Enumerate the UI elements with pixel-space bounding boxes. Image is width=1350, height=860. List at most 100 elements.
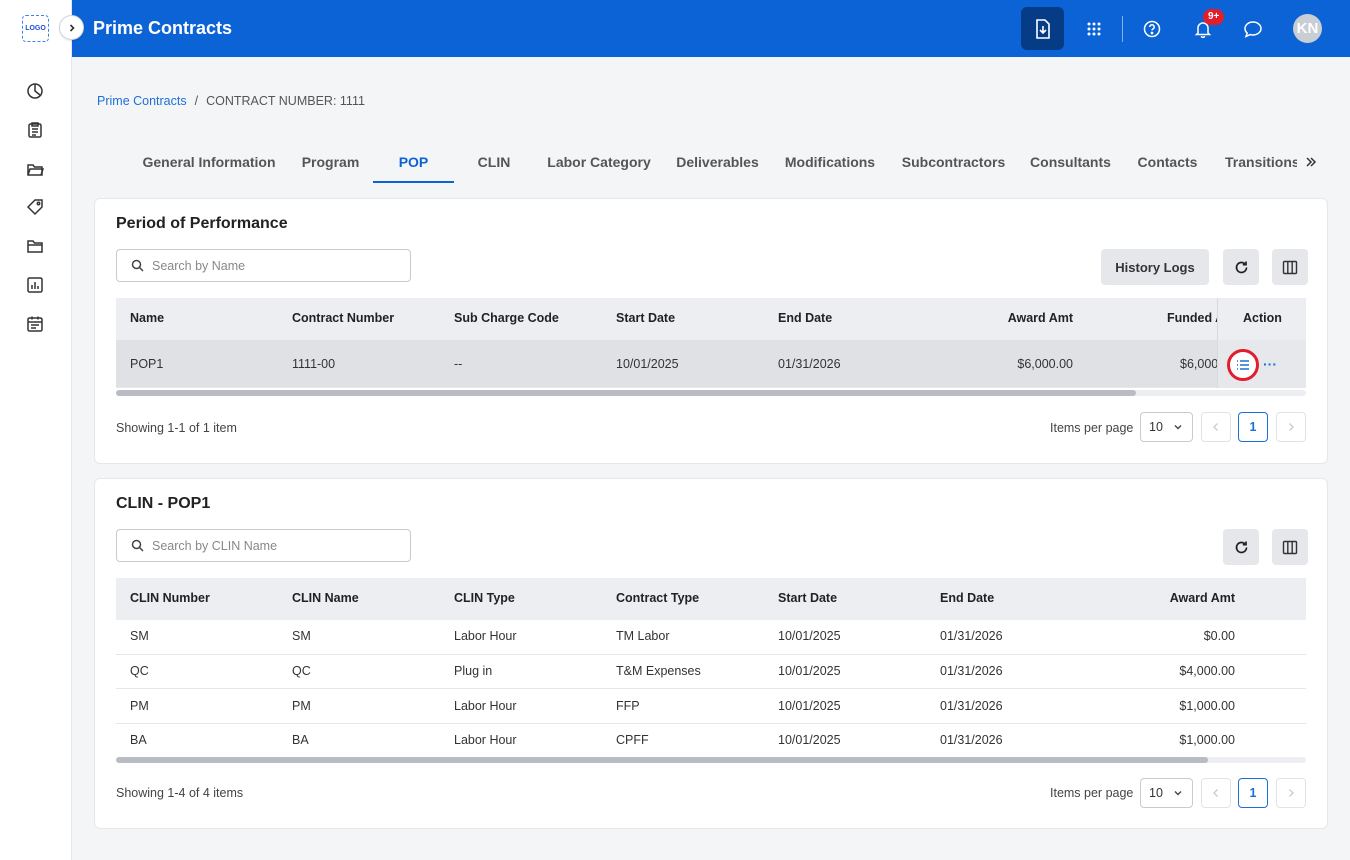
column-header[interactable]: Name xyxy=(130,311,164,325)
prev-page-button[interactable] xyxy=(1201,778,1231,808)
cell-start-date: 10/01/2025 xyxy=(778,733,841,747)
tab-contacts[interactable]: Contacts xyxy=(1123,146,1212,183)
view-clin-button[interactable] xyxy=(1227,349,1259,381)
download-icon xyxy=(1035,18,1050,39)
cell-clin-number: PM xyxy=(130,699,149,713)
table-row[interactable]: PM PM Labor Hour FFP 10/01/2025 01/31/20… xyxy=(116,689,1306,724)
refresh-button[interactable] xyxy=(1223,529,1259,565)
column-header[interactable]: CLIN Number xyxy=(130,591,210,605)
cell-clin-number: SM xyxy=(130,629,149,643)
notification-badge: 9+ xyxy=(1203,9,1225,25)
folder-open-icon[interactable] xyxy=(26,160,44,178)
pop-search[interactable] xyxy=(116,249,411,282)
tabs-scroll-right-icon[interactable] xyxy=(1303,152,1319,172)
column-header[interactable]: Award Amt xyxy=(916,311,1073,325)
pop-table: Name Contract Number Sub Charge Code Sta… xyxy=(116,298,1306,398)
clipboard-icon[interactable] xyxy=(26,121,44,139)
tab-deliverables[interactable]: Deliverables xyxy=(664,146,771,183)
apps-grid-icon[interactable] xyxy=(1082,17,1106,41)
columns-button[interactable] xyxy=(1272,249,1308,285)
items-per-page-select[interactable]: 10 xyxy=(1140,412,1193,442)
column-header[interactable]: Award Amt xyxy=(1078,591,1235,605)
calendar-icon[interactable] xyxy=(26,315,44,333)
prev-page-button[interactable] xyxy=(1201,412,1231,442)
cell-contract-type: TM Labor xyxy=(616,629,670,643)
top-divider xyxy=(1122,16,1123,42)
cell-start-date: 10/01/2025 xyxy=(616,357,679,371)
table-row[interactable]: POP1 1111-00 -- 10/01/2025 01/31/2026 $6… xyxy=(116,340,1306,388)
page-button[interactable]: 1 xyxy=(1238,412,1268,442)
columns-button[interactable] xyxy=(1272,529,1308,565)
column-header[interactable]: End Date xyxy=(778,311,832,325)
clin-horizontal-scrollbar[interactable] xyxy=(116,757,1306,763)
breadcrumb-link[interactable]: Prime Contracts xyxy=(97,94,187,108)
column-header[interactable]: Contract Type xyxy=(616,591,699,605)
refresh-icon xyxy=(1235,261,1247,273)
column-header[interactable]: Funded Amt xyxy=(1167,311,1217,325)
next-page-button[interactable] xyxy=(1276,778,1306,808)
user-avatar[interactable]: KN xyxy=(1293,14,1322,43)
history-logs-button[interactable]: History Logs xyxy=(1101,249,1209,285)
cell-clin-name: QC xyxy=(292,664,311,678)
clin-card: CLIN - POP1 CLIN Number CLIN Name CLIN T… xyxy=(94,478,1328,829)
column-header[interactable]: Start Date xyxy=(616,311,675,325)
cell-contract-number: 1111-00 xyxy=(292,357,336,371)
cell-contract-type: CPFF xyxy=(616,733,649,747)
chevron-left-icon xyxy=(1213,789,1218,797)
breadcrumb-separator: / xyxy=(194,94,199,108)
tab-subcontractors[interactable]: Subcontractors xyxy=(889,146,1018,183)
folder-icon[interactable] xyxy=(26,237,44,255)
column-header[interactable]: Sub Charge Code xyxy=(454,311,559,325)
cell-clin-number: BA xyxy=(130,733,147,747)
clin-search-input[interactable] xyxy=(152,537,402,555)
tab-consultants[interactable]: Consultants xyxy=(1018,146,1123,183)
pop-horizontal-scrollbar[interactable] xyxy=(116,390,1306,396)
cell-end-date: 01/31/2026 xyxy=(940,664,1003,678)
chat-icon[interactable] xyxy=(1241,17,1265,41)
column-header[interactable]: Contract Number xyxy=(292,311,394,325)
pop-card: Period of Performance History Logs Name … xyxy=(94,198,1328,464)
chevron-down-icon xyxy=(1174,425,1182,430)
clin-table-header: CLIN Number CLIN Name CLIN Type Contract… xyxy=(116,578,1306,620)
cell-sub-charge-code: -- xyxy=(454,357,463,371)
cell-award-amt: $6,000.00 xyxy=(1017,357,1073,371)
cell-clin-name: SM xyxy=(292,629,311,643)
report-chart-icon[interactable] xyxy=(26,276,44,294)
tab-pop[interactable]: POP xyxy=(373,146,454,183)
column-header[interactable]: CLIN Type xyxy=(454,591,515,605)
help-icon[interactable] xyxy=(1140,17,1164,41)
scrollbar-thumb[interactable] xyxy=(116,390,1136,396)
tag-icon[interactable] xyxy=(26,198,44,216)
column-header[interactable]: CLIN Name xyxy=(292,591,359,605)
sidebar-expand-button[interactable] xyxy=(59,15,84,40)
items-per-page-value: 10 xyxy=(1149,420,1163,434)
column-header[interactable]: End Date xyxy=(940,591,994,605)
table-row[interactable]: SM SM Labor Hour TM Labor 10/01/2025 01/… xyxy=(116,620,1306,655)
tab-program[interactable]: Program xyxy=(288,146,373,183)
pop-search-input[interactable] xyxy=(152,257,402,275)
tab-labor-category[interactable]: Labor Category xyxy=(534,146,664,183)
table-row[interactable]: QC QC Plug in T&M Expenses 10/01/2025 01… xyxy=(116,655,1306,689)
logo[interactable]: LOGO xyxy=(22,15,49,42)
items-per-page-select[interactable]: 10 xyxy=(1140,778,1193,808)
list-icon xyxy=(1237,360,1249,370)
download-button[interactable] xyxy=(1021,7,1064,50)
tab-clin[interactable]: CLIN xyxy=(454,146,534,183)
chevron-left-icon xyxy=(1213,423,1218,431)
tab-general-information[interactable]: General Information xyxy=(130,146,288,183)
tab-transitions[interactable]: Transitions xyxy=(1212,146,1297,183)
table-row[interactable]: BA BA Labor Hour CPFF 10/01/2025 01/31/2… xyxy=(116,724,1306,758)
cell-end-date: 01/31/2026 xyxy=(940,629,1003,643)
pop-showing-count: Showing 1-1 of 1 item xyxy=(116,421,237,435)
dashboard-icon[interactable] xyxy=(26,82,44,100)
refresh-button[interactable] xyxy=(1223,249,1259,285)
clin-search[interactable] xyxy=(116,529,411,562)
page-button[interactable]: 1 xyxy=(1238,778,1268,808)
more-actions-icon[interactable]: ··· xyxy=(1263,356,1277,372)
column-header[interactable]: Start Date xyxy=(778,591,837,605)
scrollbar-thumb[interactable] xyxy=(116,757,1208,763)
tab-modifications[interactable]: Modifications xyxy=(771,146,889,183)
items-per-page-value: 10 xyxy=(1149,786,1163,800)
clin-showing-count: Showing 1-4 of 4 items xyxy=(116,786,244,800)
next-page-button[interactable] xyxy=(1276,412,1306,442)
